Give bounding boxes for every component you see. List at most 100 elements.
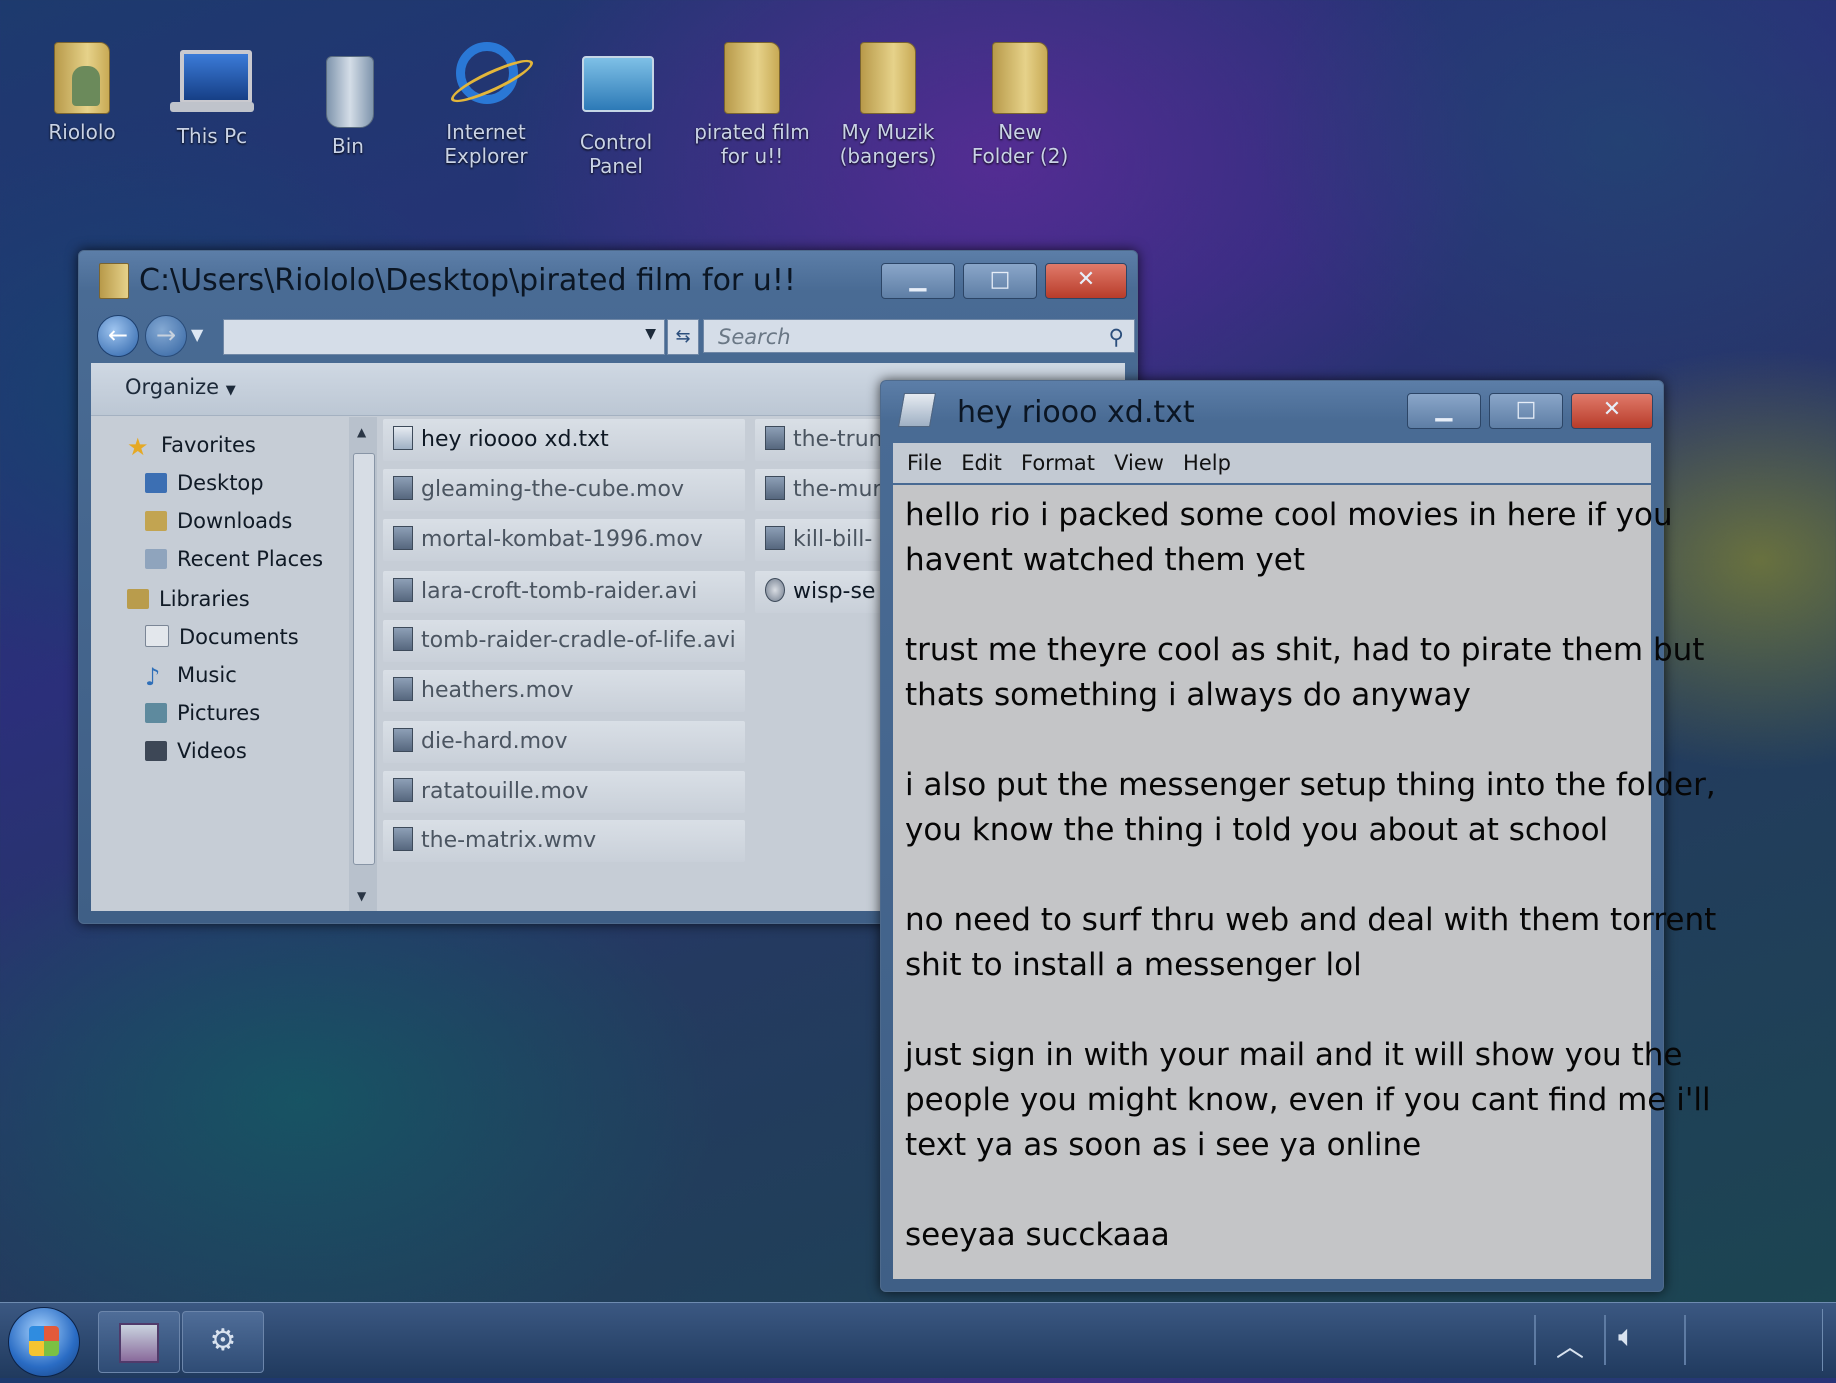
notepad-text-area[interactable]: hello rio i packed some cool movies in h… xyxy=(893,485,1716,1279)
tree-label: Libraries xyxy=(159,587,250,611)
file-name: the-matrix.wmv xyxy=(421,828,597,853)
tree-item-favorites[interactable]: ★ Favorites xyxy=(127,433,256,461)
computer-icon xyxy=(170,40,254,120)
tree-item-music[interactable]: ♪ Music xyxy=(145,663,237,691)
menu-help[interactable]: Help xyxy=(1183,443,1231,483)
forward-button[interactable]: → xyxy=(145,315,187,357)
file-item[interactable]: the-trun xyxy=(755,419,885,461)
desktop-icon-my-muzik[interactable]: My Muzik (bangers) xyxy=(828,36,948,168)
menu-format[interactable]: Format xyxy=(1021,443,1095,483)
file-item[interactable]: die-hard.mov xyxy=(383,721,745,763)
show-hidden-icons-chevron[interactable]: ︿ xyxy=(1556,1325,1584,1365)
maximize-button[interactable]: □ xyxy=(1489,393,1563,429)
tree-item-videos[interactable]: Videos xyxy=(145,739,247,763)
scroll-down-arrow[interactable]: ▼ xyxy=(357,889,366,903)
file-name: tomb-raider-cradle-of-life.avi xyxy=(421,628,736,653)
scroll-thumb[interactable] xyxy=(353,453,375,865)
desktop-icon-new-folder-2[interactable]: New Folder (2) xyxy=(960,36,1080,168)
file-item[interactable]: the-matrix.wmv xyxy=(383,820,745,862)
desktop-icon-internet-explorer[interactable]: Internet Explorer xyxy=(426,36,546,168)
text-line: hello rio i packed some cool movies in h… xyxy=(905,497,1673,533)
file-name: mortal-kombat-1996.mov xyxy=(421,527,703,552)
documents-icon xyxy=(145,625,169,647)
file-name: hey rioooo xd.txt xyxy=(421,427,609,452)
back-button[interactable]: ← xyxy=(97,315,139,357)
taskbar-save-disk-button[interactable] xyxy=(98,1311,180,1373)
menu-edit[interactable]: Edit xyxy=(961,443,1002,483)
notepad-titlebar[interactable]: hey riooo xd.txt ▁ □ ✕ xyxy=(881,381,1663,439)
video-file-icon xyxy=(765,426,785,450)
file-item[interactable]: lara-croft-tomb-raider.avi xyxy=(383,571,745,613)
tree-item-documents[interactable]: Documents xyxy=(145,625,299,649)
desktop-icon-control-panel[interactable]: Control Panel xyxy=(556,46,676,178)
save-disk-icon xyxy=(119,1323,159,1363)
close-button[interactable]: ✕ xyxy=(1571,393,1653,429)
taskbar-settings-button[interactable]: ⚙ xyxy=(182,1311,264,1373)
file-item[interactable]: heathers.mov xyxy=(383,670,745,712)
desktop-icon-pirated-film[interactable]: pirated film for u!! xyxy=(692,36,812,168)
star-icon: ★ xyxy=(127,433,149,461)
tree-item-desktop[interactable]: Desktop xyxy=(145,471,264,495)
file-item[interactable]: kill-bill- xyxy=(755,519,885,561)
recent-pages-dropdown[interactable]: ▼ xyxy=(191,325,203,344)
file-item[interactable]: hey rioooo xd.txt xyxy=(383,419,745,461)
tree-item-pictures[interactable]: Pictures xyxy=(145,701,260,725)
video-file-icon xyxy=(393,827,413,851)
tree-item-downloads[interactable]: Downloads xyxy=(145,509,292,533)
explorer-titlebar[interactable]: C:\Users\Riololo\Desktop\pirated film fo… xyxy=(79,251,1137,309)
desktop-icon-this-pc[interactable]: This Pc xyxy=(152,40,272,148)
notepad-title: hey riooo xd.txt xyxy=(957,395,1195,430)
minimize-button[interactable]: ▁ xyxy=(881,263,955,299)
video-file-icon xyxy=(765,476,785,500)
text-line: people you might know, even if you cant … xyxy=(905,1082,1711,1118)
scroll-up-arrow[interactable]: ▲ xyxy=(357,425,366,439)
tree-label: Documents xyxy=(179,625,299,649)
desktop-icon-riololo[interactable]: Riololo xyxy=(22,36,142,144)
desktop-icon-label: pirated film for u!! xyxy=(694,120,810,168)
explorer-navigation: ← → ▼ ▼ ⇆ Search ⚲ xyxy=(93,313,1135,357)
file-item[interactable]: the-mur xyxy=(755,469,885,511)
navigation-scrollbar[interactable]: ▲ ▼ xyxy=(349,417,377,911)
text-line: text ya as soon as i see ya online xyxy=(905,1127,1422,1163)
maximize-button[interactable]: □ xyxy=(963,263,1037,299)
organize-button[interactable]: Organize ▼ xyxy=(125,375,236,399)
desktop-icon-label: My Muzik (bangers) xyxy=(839,120,937,168)
file-item[interactable]: wisp-se xyxy=(755,571,885,613)
file-item[interactable]: mortal-kombat-1996.mov xyxy=(383,519,745,561)
video-file-icon xyxy=(393,627,413,651)
video-file-icon xyxy=(393,526,413,550)
tree-item-libraries[interactable]: Libraries xyxy=(127,587,250,611)
text-line: just sign in with your mail and it will … xyxy=(905,1037,1683,1073)
file-name: wisp-se xyxy=(793,579,876,604)
desktop-icon-bin[interactable]: Bin xyxy=(288,50,408,158)
start-button[interactable] xyxy=(8,1307,80,1377)
address-dropdown-icon[interactable]: ▼ xyxy=(645,326,656,342)
menu-view[interactable]: View xyxy=(1114,443,1164,483)
show-desktop-button[interactable] xyxy=(1822,1309,1835,1371)
file-item[interactable]: tomb-raider-cradle-of-life.avi xyxy=(383,620,745,662)
search-icon[interactable]: ⚲ xyxy=(1109,320,1124,354)
tree-label: Recent Places xyxy=(177,547,324,571)
file-name: the-mur xyxy=(793,477,882,502)
file-item[interactable]: ratatouille.mov xyxy=(383,771,745,813)
text-line: thats something i always do anyway xyxy=(905,677,1471,713)
user-folder-icon xyxy=(42,36,122,116)
video-file-icon xyxy=(393,677,413,701)
tree-item-recent-places[interactable]: Recent Places xyxy=(145,547,323,571)
file-name: die-hard.mov xyxy=(421,729,568,754)
notepad-window[interactable]: hey riooo xd.txt ▁ □ ✕ File Edit Format … xyxy=(880,380,1716,1292)
file-item[interactable]: gleaming-the-cube.mov xyxy=(383,469,745,511)
close-button[interactable]: ✕ xyxy=(1045,263,1127,299)
address-bar[interactable]: ▼ xyxy=(223,319,665,355)
recent-places-icon xyxy=(145,549,167,569)
tree-label: Music xyxy=(177,663,237,687)
volume-icon[interactable]: 🔈︎ xyxy=(1618,1319,1636,1354)
tray-separator xyxy=(1534,1315,1536,1365)
menu-file[interactable]: File xyxy=(907,443,942,483)
navigation-pane: ★ Favorites Desktop Downloads Recent Plac… xyxy=(91,417,347,911)
refresh-button[interactable]: ⇆ xyxy=(667,319,699,355)
video-file-icon xyxy=(393,728,413,752)
search-input[interactable]: Search ⚲ xyxy=(703,319,1135,353)
minimize-button[interactable]: ▁ xyxy=(1407,393,1481,429)
text-line: seeyaa succkaaa xyxy=(905,1217,1170,1253)
